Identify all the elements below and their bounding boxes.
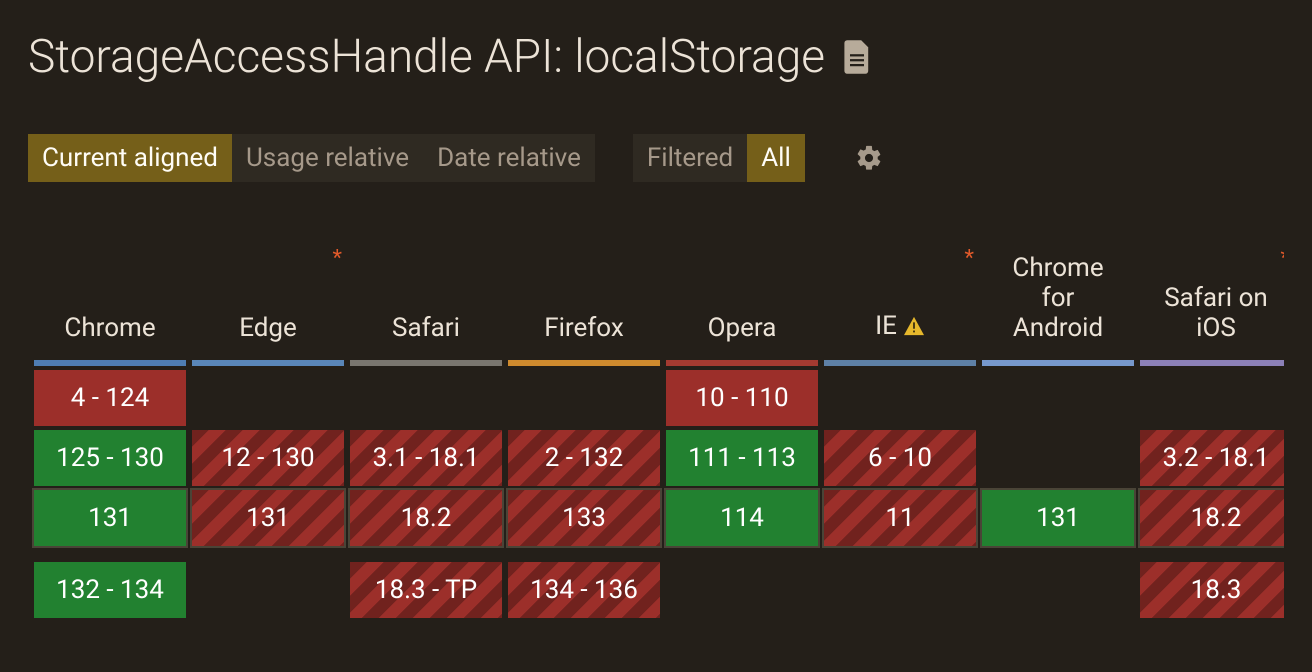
empty-cell	[192, 370, 344, 426]
browser-header-safari-on-ios[interactable]: Safari oniOS*	[1140, 248, 1284, 356]
empty-cell	[508, 370, 660, 426]
browser-header-firefox[interactable]: Firefox	[508, 248, 660, 356]
version-cell[interactable]: 131	[34, 490, 186, 546]
filter-group: FilteredAll	[633, 134, 805, 182]
browser-header-ie[interactable]: IE*	[824, 248, 976, 356]
version-cell[interactable]: 18.2	[350, 490, 502, 546]
view-mode-date-relative[interactable]: Date relative	[423, 134, 595, 182]
empty-cell	[824, 370, 976, 426]
browser-header-opera[interactable]: Opera	[666, 248, 818, 356]
browser-bar-ie	[824, 360, 976, 366]
view-mode-group: Current alignedUsage relativeDate relati…	[28, 134, 595, 182]
browser-bar-chrome	[34, 360, 186, 366]
document-icon[interactable]	[843, 40, 871, 74]
browser-header-chrome[interactable]: Chrome	[34, 248, 186, 356]
support-table-container: ChromeEdge*SafariFirefoxOperaIE*Chromefo…	[28, 244, 1284, 622]
version-cell[interactable]: 11	[824, 490, 976, 546]
table-row: 13113118.21331141113118.2	[34, 490, 1284, 546]
asterisk-icon: *	[965, 246, 974, 271]
version-cell[interactable]: 132 - 134	[34, 562, 186, 618]
browser-header-chrome-for-android[interactable]: ChromeforAndroid	[982, 248, 1134, 356]
browser-header-edge[interactable]: Edge*	[192, 248, 344, 356]
empty-cell	[982, 562, 1134, 618]
version-cell[interactable]: 2 - 132	[508, 430, 660, 486]
empty-cell	[350, 370, 502, 426]
warning-icon	[903, 314, 925, 344]
browser-bar-cfa	[982, 360, 1134, 366]
browser-bar-edge	[192, 360, 344, 366]
page-title: StorageAccessHandle API: localStorage	[28, 30, 1284, 84]
gear-icon[interactable]	[851, 140, 887, 176]
version-cell[interactable]: 133	[508, 490, 660, 546]
version-cell[interactable]: 18.2	[1140, 490, 1284, 546]
empty-cell	[982, 370, 1134, 426]
table-row: 132 - 134 18.3 - TP134 - 136 18.3	[34, 562, 1284, 618]
version-cell[interactable]: 3.1 - 18.1	[350, 430, 502, 486]
filter-filtered[interactable]: Filtered	[633, 134, 747, 182]
browser-bar-firefox	[508, 360, 660, 366]
empty-cell	[192, 562, 344, 618]
version-cell[interactable]: 6 - 10	[824, 430, 976, 486]
version-cell[interactable]: 134 - 136	[508, 562, 660, 618]
view-mode-usage-relative[interactable]: Usage relative	[232, 134, 423, 182]
view-toolbar: Current alignedUsage relativeDate relati…	[28, 134, 1284, 182]
version-cell[interactable]: 18.3 - TP	[350, 562, 502, 618]
asterisk-icon: *	[1281, 246, 1284, 271]
empty-cell	[666, 562, 818, 618]
version-cell[interactable]: 111 - 113	[666, 430, 818, 486]
browser-bar-ios	[1140, 360, 1284, 366]
browser-bar-opera	[666, 360, 818, 366]
filter-all[interactable]: All	[747, 134, 805, 182]
empty-cell	[982, 430, 1134, 486]
support-table: ChromeEdge*SafariFirefoxOperaIE*Chromefo…	[28, 244, 1284, 622]
version-cell[interactable]: 114	[666, 490, 818, 546]
version-cell[interactable]: 10 - 110	[666, 370, 818, 426]
version-cell[interactable]: 18.3	[1140, 562, 1284, 618]
version-cell[interactable]: 131	[982, 490, 1134, 546]
table-row: 4 - 124 10 - 110	[34, 370, 1284, 426]
version-cell[interactable]: 125 - 130	[34, 430, 186, 486]
browser-header-safari[interactable]: Safari	[350, 248, 502, 356]
page-title-text: StorageAccessHandle API: localStorage	[28, 30, 825, 84]
version-cell[interactable]: 12 - 130	[192, 430, 344, 486]
browser-bar-safari	[350, 360, 502, 366]
view-mode-current-aligned[interactable]: Current aligned	[28, 134, 232, 182]
version-cell[interactable]: 131	[192, 490, 344, 546]
empty-cell	[1140, 370, 1284, 426]
version-cell[interactable]: 3.2 - 18.1	[1140, 430, 1284, 486]
asterisk-icon: *	[333, 246, 342, 271]
empty-cell	[824, 562, 976, 618]
table-row: 125 - 13012 - 1303.1 - 18.12 - 132111 - …	[34, 430, 1284, 486]
version-cell[interactable]: 4 - 124	[34, 370, 186, 426]
